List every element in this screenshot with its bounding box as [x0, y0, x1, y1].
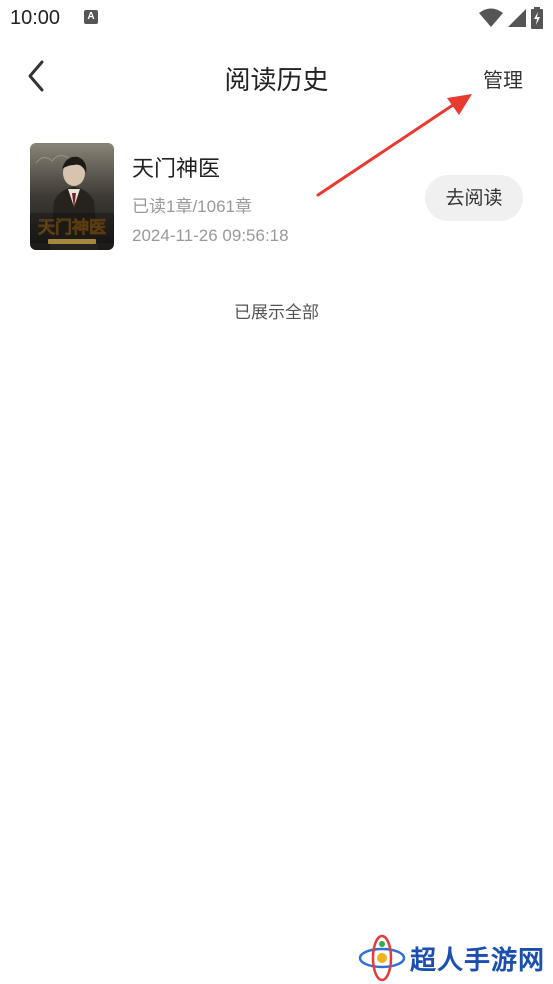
reading-progress: 已读1章/1061章: [132, 197, 252, 216]
book-cover[interactable]: 天门神医: [30, 143, 114, 250]
watermark-text: 超人手游网: [410, 946, 546, 976]
continue-reading-button[interactable]: 去阅读: [425, 175, 523, 221]
last-read-time: 2024-11-26 09:56:18: [132, 226, 289, 245]
notification-a-icon: A: [84, 10, 98, 24]
status-icons: [479, 7, 543, 29]
status-time: 10:00: [10, 7, 61, 29]
signal-icon: [508, 9, 526, 27]
nav-bar: 阅读历史 管理: [0, 44, 553, 110]
page-title: 阅读历史: [224, 66, 329, 96]
status-bar: 10:00 A: [0, 0, 553, 38]
watermark: 超人手游网: [358, 932, 548, 982]
cover-title-text: 天门神医: [38, 217, 106, 238]
history-list-item[interactable]: 天门神医 天门神医 已读1章/1061章 2024-11-26 09:56:18…: [30, 143, 525, 253]
book-title: 天门神医: [132, 157, 221, 182]
manage-button[interactable]: 管理: [483, 64, 523, 93]
watermark-logo-icon: [358, 934, 406, 982]
battery-icon: [531, 7, 543, 29]
list-end-text: 已展示全部: [234, 303, 319, 323]
wifi-icon: [479, 8, 503, 27]
